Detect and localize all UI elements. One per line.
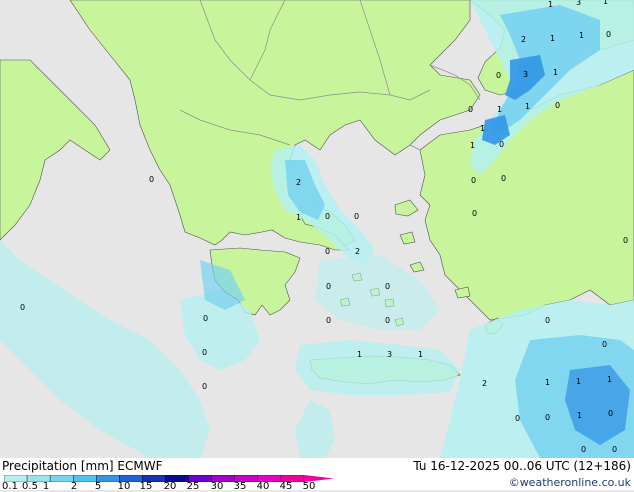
legend-tick-label: 45 [279, 481, 293, 492]
legend-tick-label: 15 [139, 481, 153, 492]
map-label: 2 [521, 35, 526, 44]
map-label: 3 [576, 0, 581, 7]
map-label: 1 [525, 102, 530, 111]
map-label: 1 [497, 105, 502, 114]
map-label: 1 [418, 350, 423, 359]
map-label: 0 [202, 348, 207, 357]
legend-tick-label: 2 [70, 481, 78, 492]
legend-tick-label: 0.5 [22, 481, 38, 492]
legend-tick-label: 5 [94, 481, 102, 492]
map-label: 1 [357, 350, 362, 359]
map-label: 0 [325, 212, 330, 221]
map-label: 2 [296, 178, 301, 187]
map-label: 0 [20, 303, 25, 312]
map-label: 1 [545, 378, 550, 387]
credit-link[interactable]: ©weatheronline.co.uk [509, 476, 631, 489]
map-label: 0 [203, 314, 208, 323]
model-name: ECMWF [117, 459, 163, 473]
map-label: 0 [326, 282, 331, 291]
map-label: 2 [355, 247, 360, 256]
map-label: 2 [482, 379, 487, 388]
map-label: 1 [603, 0, 608, 6]
map-label: 0 [612, 445, 617, 454]
map-label: 0 [515, 414, 520, 423]
map-label: 0 [623, 236, 628, 245]
map-label: 0 [496, 71, 501, 80]
map-title: Precipitation [mm] ECMWF [2, 459, 162, 473]
map-label: 1 [480, 124, 485, 133]
map-label: 0 [608, 409, 613, 418]
map-label: 0 [545, 316, 550, 325]
map-label: 0 [385, 282, 390, 291]
legend-tick-label: 20 [163, 481, 177, 492]
legend-tick-label: 30 [210, 481, 224, 492]
map-label: 3 [387, 350, 392, 359]
map-label: 1 [548, 0, 553, 9]
map-label: 0 [385, 316, 390, 325]
legend-tick-label: 0.1 [2, 481, 18, 492]
map-label: 1 [296, 213, 301, 222]
legend-tick-label: 1 [42, 481, 50, 492]
legend-tick-label: 10 [117, 481, 131, 492]
map-label: 1 [576, 377, 581, 386]
valid-time: Tu 16-12-2025 00..06 UTC (12+186) [413, 459, 631, 473]
map-label: 0 [499, 140, 504, 149]
map-label: 1 [577, 411, 582, 420]
map-label: 1 [470, 141, 475, 150]
map-label: 0 [326, 316, 331, 325]
map-label: 0 [149, 175, 154, 184]
map-label: 1 [607, 375, 612, 384]
map-label: 0 [202, 382, 207, 391]
legend-tick-label: 40 [256, 481, 270, 492]
map-label: 0 [581, 445, 586, 454]
map-label: 0 [468, 105, 473, 114]
map-label: 1 [553, 68, 558, 77]
map-label: 0 [501, 174, 506, 183]
map-label: 0 [354, 212, 359, 221]
map-label: 1 [579, 31, 584, 40]
legend-tick-label: 35 [233, 481, 247, 492]
map-label: 0 [606, 30, 611, 39]
map-label: 0 [555, 101, 560, 110]
legend-tick-label: 25 [186, 481, 200, 492]
title-text: Precipitation [mm] [2, 459, 114, 473]
map-label: 3 [523, 70, 528, 79]
map-label: 0 [325, 247, 330, 256]
map-label: 0 [602, 340, 607, 349]
footer-bar: Precipitation [mm] ECMWF Tu 16-12-2025 0… [0, 458, 634, 492]
map-label: 0 [545, 413, 550, 422]
map-label: 0 [471, 176, 476, 185]
map-label: 1 [550, 34, 555, 43]
map-label: 0 [472, 209, 477, 218]
legend-tick-label: 50 [302, 481, 316, 492]
weather-map: 1 3 1 2 1 1 0 0 3 1 0 1 1 0 1 1 0 0 0 0 … [0, 0, 634, 458]
